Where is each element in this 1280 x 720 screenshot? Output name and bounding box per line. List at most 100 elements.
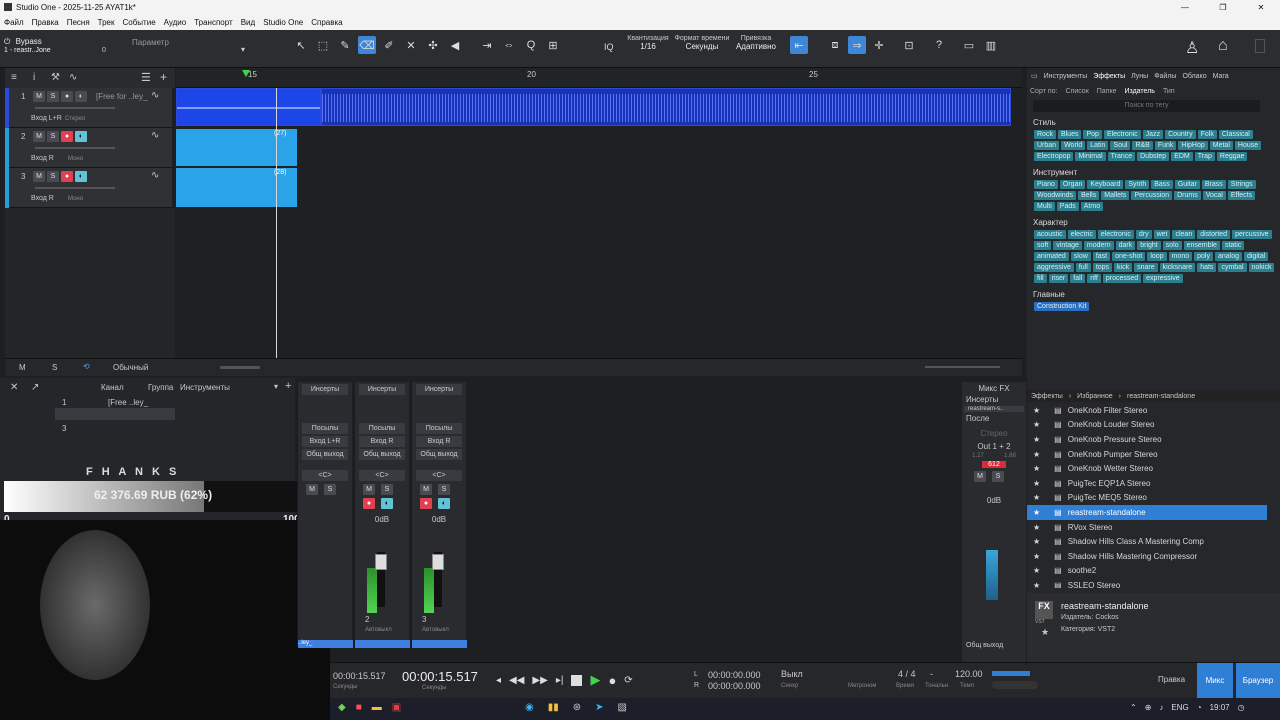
- clock[interactable]: 19:07: [1210, 703, 1230, 712]
- solo-button[interactable]: S: [47, 131, 59, 142]
- channel-row[interactable]: 1: [62, 398, 66, 407]
- zoom-icon[interactable]: Q: [522, 36, 540, 54]
- tag-instr[interactable]: Woodwinds: [1034, 191, 1077, 200]
- inserts-button[interactable]: Инсерты: [416, 384, 462, 395]
- taskbar-telegram-icon[interactable]: ➤: [595, 702, 603, 713]
- tag-style[interactable]: Dubstep: [1137, 152, 1170, 161]
- menu-event[interactable]: Событие: [119, 18, 160, 27]
- tag-char[interactable]: hats: [1197, 263, 1217, 272]
- tag-instr[interactable]: Guitar: [1174, 180, 1200, 189]
- star-icon[interactable]: ★: [1033, 450, 1040, 459]
- panel-icon[interactable]: [1255, 39, 1265, 53]
- tag-char[interactable]: expressive: [1143, 274, 1183, 283]
- footer-mute[interactable]: M: [19, 363, 26, 372]
- tag-style[interactable]: Minimal: [1075, 152, 1106, 161]
- iq-button[interactable]: IQ: [604, 42, 614, 52]
- tag-style[interactable]: R&B: [1132, 141, 1153, 150]
- tag-style[interactable]: Latin: [1087, 141, 1109, 150]
- add-icon[interactable]: +: [285, 380, 291, 392]
- tag-instr[interactable]: Synth: [1125, 180, 1150, 189]
- mute-button[interactable]: M: [974, 471, 986, 482]
- taskbar-studioone-icon[interactable]: ▧: [618, 702, 627, 713]
- taskbar-folder-icon[interactable]: ▬: [372, 702, 382, 713]
- tag-char[interactable]: electronic: [1097, 230, 1134, 239]
- tag-instr[interactable]: Strings: [1227, 180, 1256, 189]
- star-icon[interactable]: ★: [1041, 627, 1049, 638]
- arrange-view[interactable]: (27) (28): [176, 88, 1022, 358]
- menu-track[interactable]: Трек: [94, 18, 119, 27]
- plugin-list-item[interactable]: ★ ▤ soothe2: [1027, 564, 1267, 579]
- tag-char[interactable]: solo: [1162, 241, 1182, 250]
- solo-button[interactable]: S: [47, 91, 59, 102]
- rewind-icon[interactable]: ◀◀: [509, 675, 524, 686]
- follow-icon[interactable]: ⇒: [848, 36, 866, 54]
- menu-file[interactable]: Файл: [0, 18, 28, 27]
- automation-mode[interactable]: Автовыкл: [365, 627, 392, 633]
- tag-char[interactable]: analog: [1214, 252, 1242, 261]
- menu-studio-one[interactable]: Studio One: [259, 18, 307, 27]
- plugin-list-item[interactable]: ★ ▤ SSLEQ Stereo: [1027, 578, 1267, 588]
- plugin-list-item[interactable]: ★ ▤ Shadow Hills Mastering Compressor: [1027, 549, 1267, 564]
- tag-char[interactable]: vintage: [1053, 241, 1082, 250]
- channel-row[interactable]: 3: [62, 424, 66, 433]
- mute-button[interactable]: M: [420, 484, 432, 495]
- plugin-list-item[interactable]: ★ ▤ PuigTec MEQ5 Stereo: [1027, 491, 1267, 506]
- grid-icon[interactable]: ⊞: [544, 36, 562, 54]
- menu-song[interactable]: Песня: [63, 18, 94, 27]
- tag-search-input[interactable]: Поиск по тегу: [1033, 100, 1260, 112]
- monitor-button[interactable]: ◐: [75, 91, 87, 102]
- mixdown-icon[interactable]: ⊡: [900, 36, 918, 54]
- tag-char[interactable]: one-shot: [1112, 252, 1146, 261]
- solo-button[interactable]: S: [992, 471, 1004, 482]
- tag-style[interactable]: EDM: [1171, 152, 1193, 161]
- pan-control[interactable]: <C>: [302, 470, 348, 481]
- tag-char[interactable]: kick: [1114, 263, 1133, 272]
- crossfade-icon[interactable]: ⇔: [500, 36, 518, 54]
- layout-icon[interactable]: ▥: [982, 36, 1000, 54]
- track-input[interactable]: Вход R: [31, 155, 54, 162]
- tag-char[interactable]: wet: [1153, 230, 1171, 239]
- tag-char[interactable]: dark: [1115, 241, 1136, 250]
- menu-icon[interactable]: ≡: [11, 72, 17, 83]
- taskbar-app-icon[interactable]: ⊛: [573, 702, 581, 713]
- tag-instr[interactable]: Percussion: [1131, 191, 1173, 200]
- tag-char[interactable]: mono: [1168, 252, 1193, 261]
- snap-value[interactable]: Адаптивно: [732, 42, 780, 51]
- track-header-2[interactable]: 2 M S ● ◐ ∿ Вход R Моно: [5, 128, 172, 168]
- tab-instruments[interactable]: Инструменты: [1044, 73, 1088, 80]
- right-locator[interactable]: 00:00:00.000: [708, 681, 761, 691]
- star-icon[interactable]: ★: [1033, 464, 1040, 473]
- sort-folder[interactable]: Папке: [1097, 88, 1117, 95]
- maximize-button[interactable]: ❐: [1204, 3, 1242, 12]
- info-icon[interactable]: i: [33, 72, 35, 83]
- tag-char[interactable]: modern: [1083, 241, 1114, 250]
- plugin-list-item[interactable]: ★ ▤ OneKnob Wetter Stereo: [1027, 461, 1267, 476]
- split-tool-icon[interactable]: ✎: [336, 36, 354, 54]
- mute-button[interactable]: M: [33, 91, 45, 102]
- record-button[interactable]: ●: [363, 498, 375, 509]
- audio-clip[interactable]: (28): [176, 168, 297, 207]
- record-button[interactable]: ●: [61, 171, 73, 182]
- snap-toggle-icon[interactable]: ⇤: [790, 36, 808, 54]
- timeline-ruler[interactable]: 15 20 25: [176, 68, 1022, 88]
- track-header-3[interactable]: 3 M S ● ◐ ∿ Вход R Моно: [5, 168, 172, 208]
- sort-list[interactable]: Список: [1065, 88, 1088, 95]
- tempo-value[interactable]: 120.00: [955, 669, 983, 679]
- star-icon[interactable]: ★: [1033, 581, 1040, 588]
- tag-style[interactable]: World: [1061, 141, 1086, 150]
- metronome-label[interactable]: Метроном: [848, 683, 876, 689]
- bend-tool-icon[interactable]: ✣: [424, 36, 442, 54]
- track-input[interactable]: Вход R: [31, 195, 54, 202]
- dropdown-icon[interactable]: ▾: [274, 382, 278, 391]
- add-track-icon[interactable]: +: [160, 70, 167, 84]
- sync-value[interactable]: Выкл: [781, 669, 803, 679]
- tag-instr[interactable]: Bass: [1151, 180, 1173, 189]
- tag-style[interactable]: Reggae: [1216, 152, 1248, 161]
- language-indicator[interactable]: ENG: [1171, 703, 1188, 712]
- inserts-button[interactable]: Инсерты: [302, 384, 348, 395]
- record-button[interactable]: ●: [61, 131, 73, 142]
- waveform-icon[interactable]: ∿: [151, 170, 159, 181]
- automation-mode[interactable]: Автовыкл: [422, 627, 449, 633]
- loop-icon[interactable]: ⟳: [624, 675, 632, 686]
- tag-char[interactable]: riff: [1087, 274, 1101, 283]
